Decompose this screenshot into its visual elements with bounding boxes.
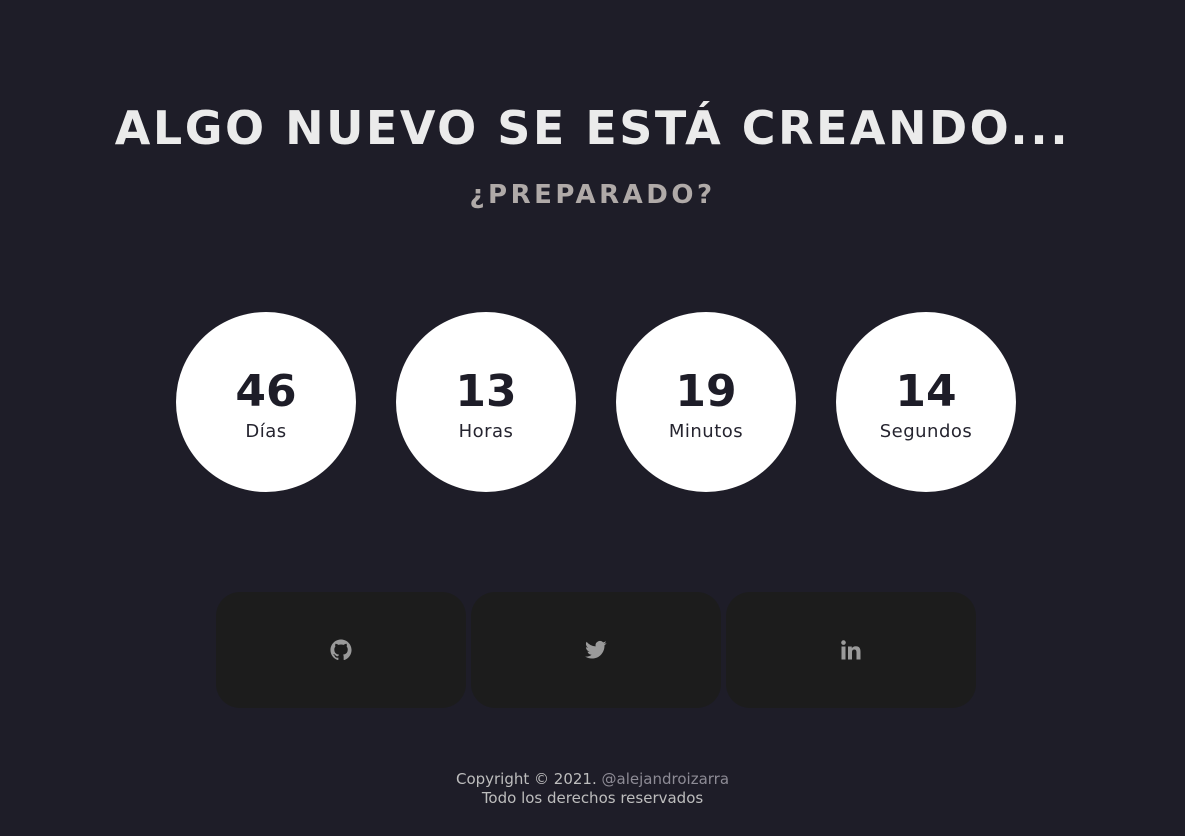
rights-text: Todo los derechos reservados [481, 789, 704, 807]
github-link[interactable] [216, 592, 466, 708]
twitter-link[interactable] [471, 592, 721, 708]
countdown-hours: 13 Horas [396, 312, 576, 492]
countdown-days-value: 46 [235, 366, 297, 417]
countdown-seconds: 14 Segundos [836, 312, 1016, 492]
linkedin-icon [841, 640, 861, 660]
countdown-seconds-label: Segundos [879, 421, 973, 442]
footer: Copyright © 2021. @alejandroizarra Todo … [0, 770, 1185, 808]
countdown-hours-value: 13 [455, 366, 517, 417]
page-subtitle: ¿PREPARADO? [469, 180, 716, 210]
countdown-hours-label: Horas [458, 421, 514, 442]
footer-line-1: Copyright © 2021. @alejandroizarra [0, 770, 1185, 789]
countdown-minutes-label: Minutos [668, 421, 744, 442]
countdown-minutes: 19 Minutos [616, 312, 796, 492]
linkedin-link[interactable] [726, 592, 976, 708]
countdown-days: 46 Días [176, 312, 356, 492]
social-links [216, 592, 976, 708]
author-handle-link[interactable]: @alejandroizarra [602, 770, 730, 788]
page-title: ALGO NUEVO SE ESTÁ CREANDO... [114, 101, 1071, 155]
countdown-seconds-value: 14 [895, 366, 957, 417]
github-icon [330, 639, 352, 661]
coming-soon-page: ALGO NUEVO SE ESTÁ CREANDO... ¿PREPARADO… [0, 0, 1185, 836]
countdown-days-label: Días [245, 421, 287, 442]
copyright-text: Copyright © 2021. [455, 770, 597, 788]
countdown: 46 Días 13 Horas 19 Minutos 14 Segundos [176, 312, 1016, 492]
countdown-minutes-value: 19 [675, 366, 737, 417]
twitter-icon [585, 640, 607, 659]
